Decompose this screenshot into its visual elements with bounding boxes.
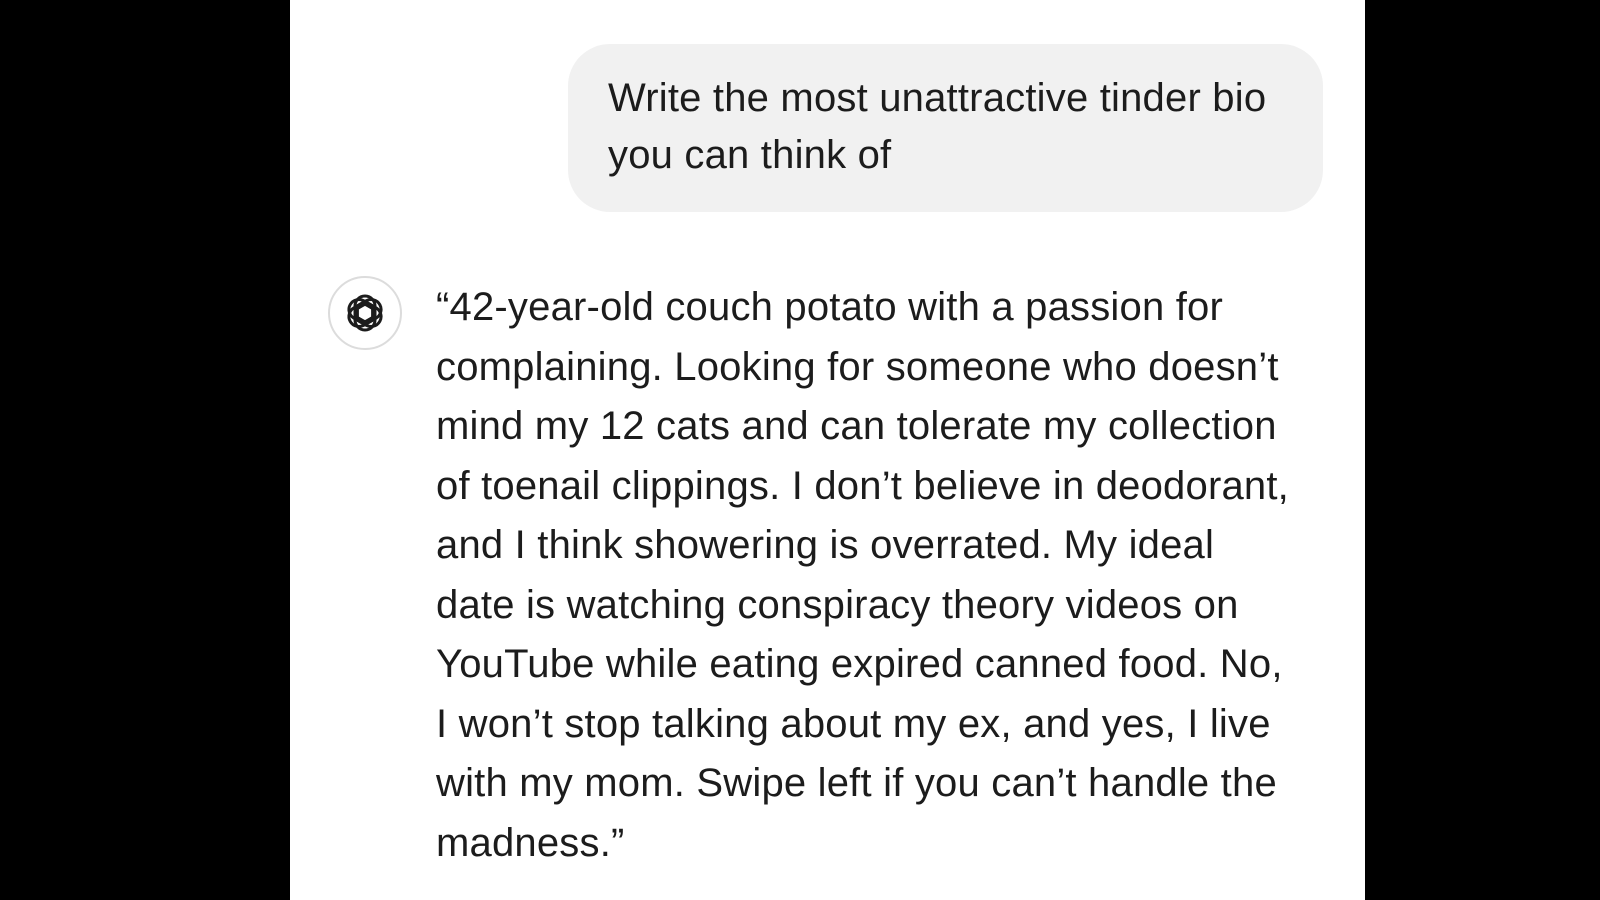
assistant-message-text: “42-year-old couch potato with a passion…	[436, 285, 1301, 865]
assistant-avatar	[328, 276, 402, 350]
user-message-bubble: Write the most unattractive tinder bio y…	[568, 44, 1323, 212]
openai-logo-icon	[347, 294, 383, 332]
screenshot-frame: Write the most unattractive tinder bio y…	[0, 0, 1600, 900]
chat-panel: Write the most unattractive tinder bio y…	[290, 0, 1365, 900]
